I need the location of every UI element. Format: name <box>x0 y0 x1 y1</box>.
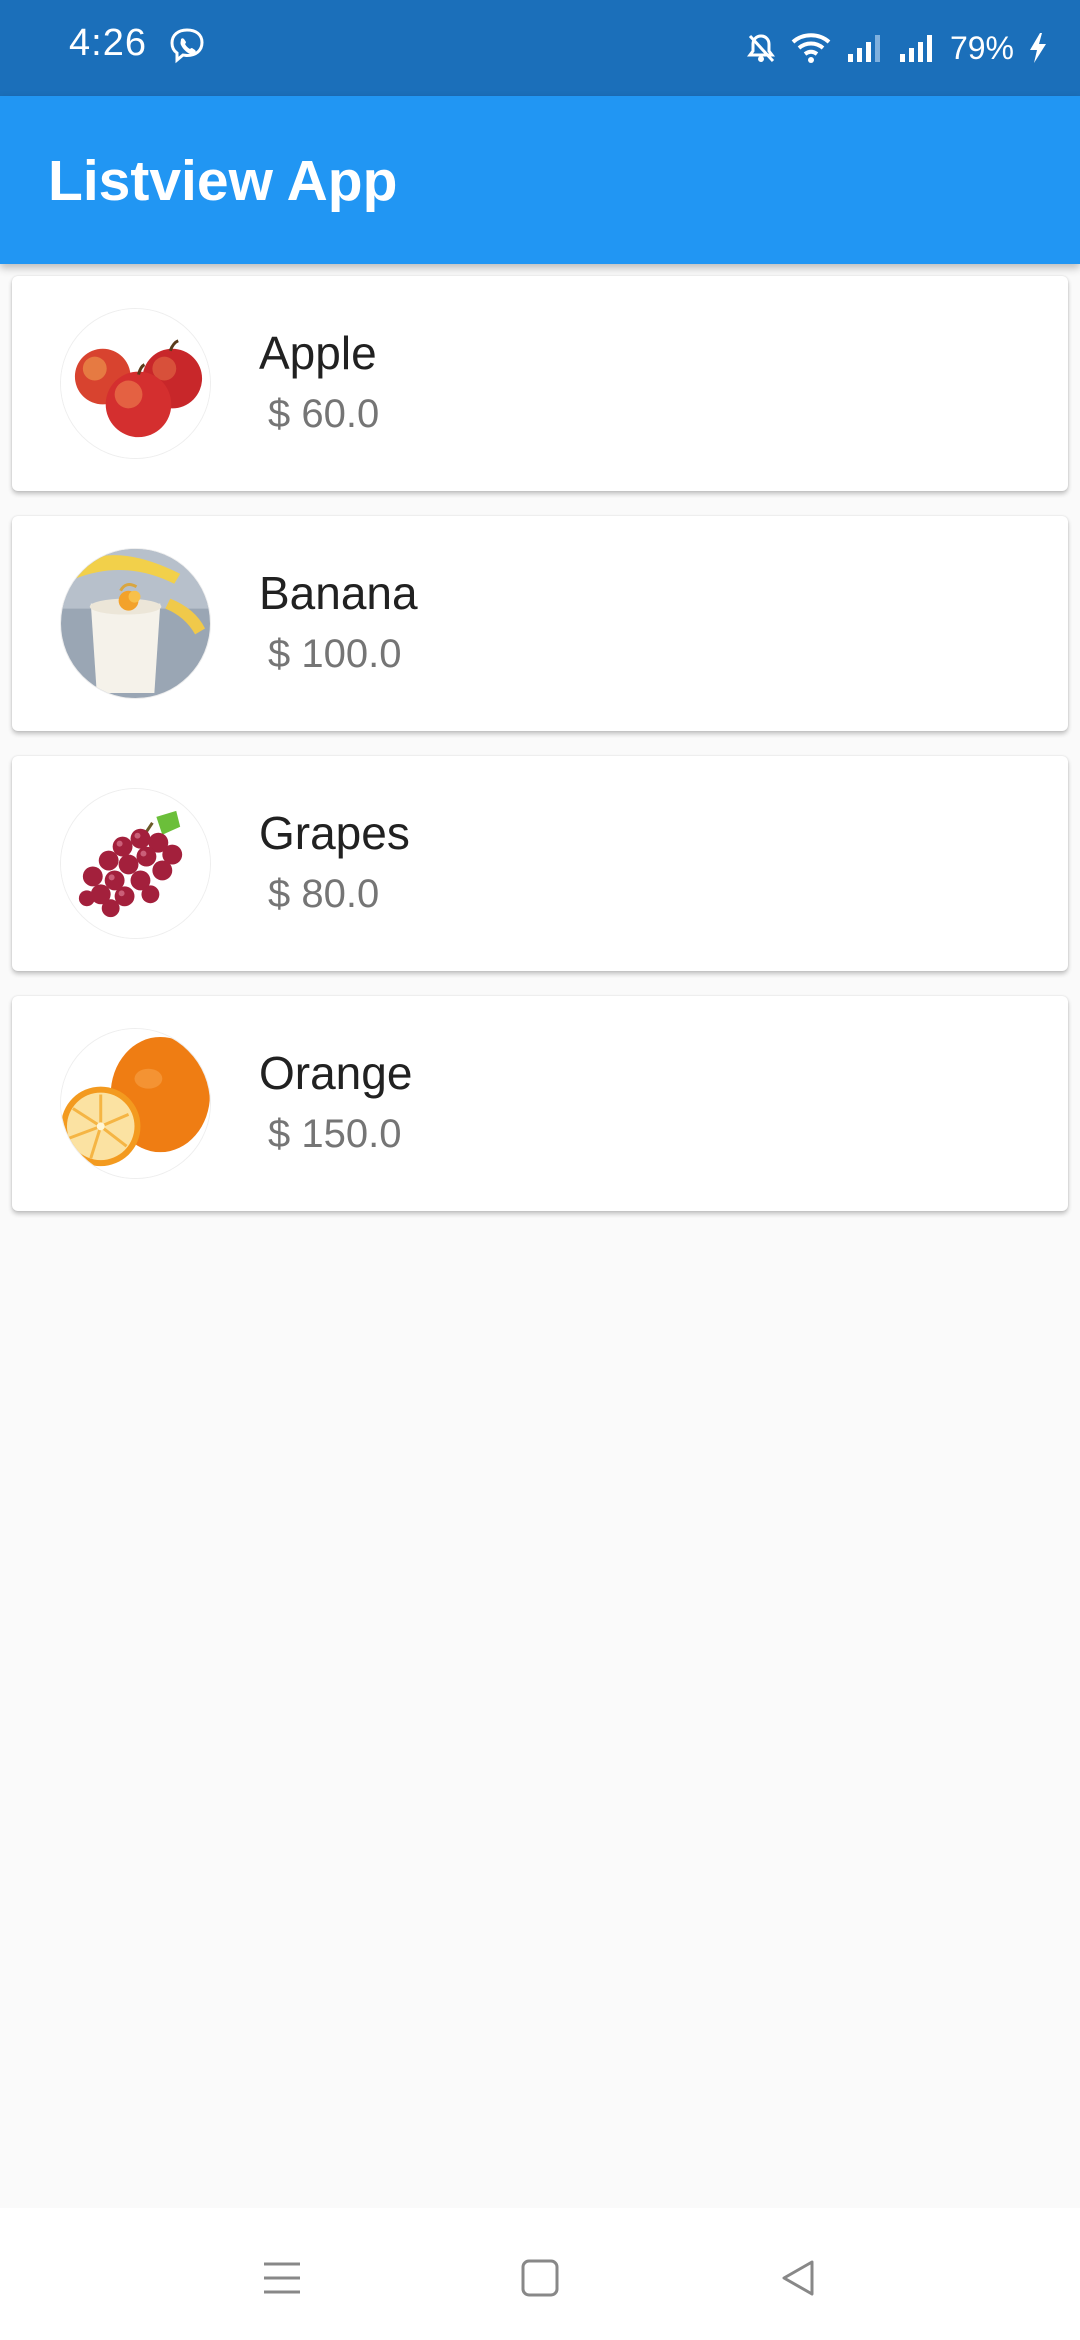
item-name: Orange <box>259 1047 413 1099</box>
apple-image <box>60 308 211 459</box>
wifi-icon <box>790 32 832 64</box>
battery-percentage: 79% <box>949 29 1014 66</box>
signal-icon <box>846 32 884 64</box>
back-icon[interactable] <box>768 2248 828 2308</box>
item-name: Grapes <box>259 807 410 859</box>
status-icons: 79% <box>746 24 1048 72</box>
list-item[interactable]: Banana $ 100.0 <box>12 516 1068 731</box>
bell-off-icon <box>746 32 776 64</box>
signal-icon <box>898 32 936 64</box>
banana-image <box>60 548 211 699</box>
list-item[interactable]: Apple $ 60.0 <box>12 276 1068 491</box>
item-price: $ 60.0 <box>268 392 380 436</box>
item-price: $ 80.0 <box>268 872 380 916</box>
item-name: Banana <box>259 567 418 619</box>
orange-image <box>60 1028 211 1179</box>
home-icon[interactable] <box>510 2248 570 2308</box>
item-price: $ 100.0 <box>268 632 402 676</box>
item-price: $ 150.0 <box>268 1112 402 1156</box>
status-time: 4:26 <box>69 22 147 64</box>
list-item[interactable]: Grapes $ 80.0 <box>12 756 1068 971</box>
item-list: Apple $ 60.0 Banana $ 100.0 Grapes $ 80.… <box>12 276 1068 1236</box>
grapes-image <box>60 788 211 939</box>
app-title: Listview App <box>48 149 398 213</box>
list-item[interactable]: Orange $ 150.0 <box>12 996 1068 1211</box>
app-bar: Listview App <box>0 96 1080 264</box>
viber-icon <box>167 26 207 66</box>
status-bar: 4:26 79% <box>0 0 1080 96</box>
item-name: Apple <box>259 327 377 379</box>
charging-icon <box>1028 32 1048 64</box>
menu-icon[interactable] <box>252 2248 312 2308</box>
navigation-bar <box>0 2208 1080 2340</box>
